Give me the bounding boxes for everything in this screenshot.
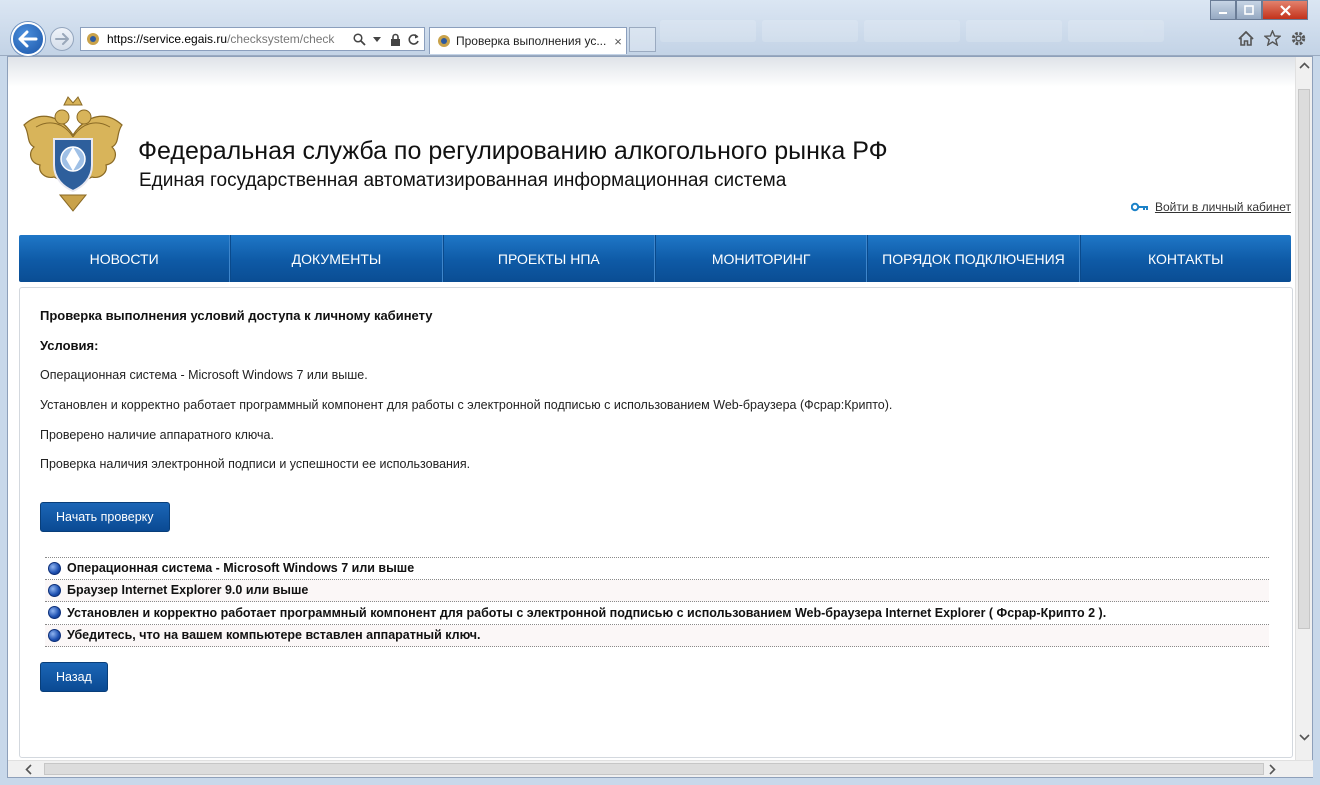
check-row: Браузер Internet Explorer 9.0 или выше — [45, 579, 1269, 602]
maximize-button[interactable] — [1236, 0, 1262, 20]
favorites-star-icon[interactable] — [1262, 28, 1282, 48]
background-tab — [762, 20, 858, 42]
check-row: Убедитесь, что на вашем компьютере встав… — [45, 624, 1269, 647]
nav-item-news[interactable]: НОВОСТИ — [19, 235, 231, 282]
status-dot-icon — [48, 583, 61, 597]
nav-item-contacts[interactable]: КОНТАКТЫ — [1079, 235, 1291, 282]
main-navigation: НОВОСТИ ДОКУМЕНТЫ ПРОЕКТЫ НПА МОНИТОРИНГ… — [19, 235, 1291, 282]
status-dot-icon — [48, 606, 61, 620]
site-subtitle: Единая государственная автоматизированна… — [139, 170, 787, 191]
minimize-icon — [1219, 12, 1227, 14]
background-tab — [966, 20, 1062, 42]
condition-item: Операционная система - Microsoft Windows… — [40, 368, 368, 382]
horizontal-scroll-thumb[interactable] — [44, 763, 1264, 775]
scroll-up-icon[interactable] — [1296, 57, 1313, 74]
close-window-button[interactable] — [1262, 0, 1308, 20]
nav-item-documents[interactable]: ДОКУМЕНТЫ — [230, 235, 443, 282]
condition-item: Проверка наличия электронной подписи и у… — [40, 457, 471, 471]
horizontal-scrollbar[interactable] — [8, 760, 1313, 777]
new-tab-button[interactable] — [629, 27, 656, 52]
start-check-button[interactable]: Начать проверку — [40, 502, 170, 532]
page-heading: Проверка выполнения условий доступа к ли… — [40, 308, 433, 323]
page-content: Федеральная служба по регулированию алко… — [8, 57, 1296, 761]
close-icon — [1279, 4, 1291, 16]
scroll-right-icon[interactable] — [1264, 761, 1281, 778]
condition-item: Установлен и корректно работает программ… — [40, 398, 893, 412]
back-nav-button[interactable]: Назад — [40, 662, 108, 692]
status-dot-icon — [48, 628, 61, 642]
check-row: Операционная система - Microsoft Windows… — [45, 557, 1269, 580]
dropdown-arrow-icon[interactable] — [370, 32, 384, 46]
background-tab — [1068, 20, 1164, 42]
nav-item-connection-procedure[interactable]: ПОРЯДОК ПОДКЛЮЧЕНИЯ — [867, 235, 1080, 282]
tab-title: Проверка выполнения ус... — [456, 34, 607, 48]
site-title: Федеральная служба по регулированию алко… — [138, 137, 888, 165]
browser-viewport: Федеральная служба по регулированию алко… — [7, 56, 1313, 778]
tab-active[interactable]: Проверка выполнения ус... × — [429, 27, 627, 54]
lock-icon[interactable] — [388, 32, 402, 46]
check-row: Установлен и корректно работает программ… — [45, 602, 1269, 625]
window-controls — [1210, 0, 1308, 20]
login-link-label[interactable]: Войти в личный кабинет — [1155, 200, 1291, 214]
background-tab — [864, 20, 960, 42]
minimize-button[interactable] — [1210, 0, 1236, 20]
maximize-icon — [1244, 5, 1254, 15]
header-shadow — [8, 57, 1296, 87]
address-bar[interactable]: https://service.egais.ru/checksystem/che… — [80, 27, 425, 51]
condition-item: Проверено наличие аппаратного ключа. — [40, 428, 274, 442]
background-taskbar-area — [660, 20, 1220, 44]
tab-close-icon[interactable]: × — [610, 34, 626, 49]
site-favicon — [87, 33, 99, 45]
check-label: Установлен и корректно работает программ… — [67, 605, 1107, 620]
forward-button[interactable] — [50, 27, 74, 51]
check-label: Убедитесь, что на вашем компьютере встав… — [67, 628, 481, 643]
login-link[interactable]: Войти в личный кабинет — [1130, 200, 1291, 214]
refresh-icon[interactable] — [406, 32, 420, 46]
gear-icon[interactable] — [1288, 28, 1308, 48]
status-dot-icon — [48, 561, 61, 575]
arrow-left-icon — [18, 30, 38, 48]
site-favicon — [438, 35, 450, 47]
key-icon — [1130, 202, 1148, 212]
check-status-list: Операционная система - Microsoft Windows… — [45, 557, 1269, 647]
arrow-right-icon — [55, 33, 69, 45]
address-url[interactable]: https://service.egais.ru/checksystem/che… — [107, 32, 352, 46]
home-icon[interactable] — [1236, 28, 1256, 48]
scroll-down-icon[interactable] — [1296, 729, 1313, 746]
vertical-scroll-thumb[interactable] — [1298, 89, 1310, 629]
conditions-label: Условия: — [40, 338, 99, 353]
fsrar-emblem-logo — [23, 96, 123, 212]
scroll-left-icon[interactable] — [20, 761, 37, 778]
background-tab — [660, 20, 756, 42]
check-label: Операционная система - Microsoft Windows… — [67, 561, 415, 576]
back-button[interactable] — [11, 22, 45, 56]
check-label: Браузер Internet Explorer 9.0 или выше — [67, 583, 309, 598]
search-icon[interactable] — [352, 32, 366, 46]
check-panel: Проверка выполнения условий доступа к ли… — [19, 287, 1293, 758]
nav-item-monitoring[interactable]: МОНИТОРИНГ — [654, 235, 868, 282]
vertical-scrollbar[interactable] — [1295, 57, 1312, 761]
browser-toolbar: https://service.egais.ru/checksystem/che… — [0, 0, 1320, 56]
nav-item-npa-projects[interactable]: ПРОЕКТЫ НПА — [442, 235, 655, 282]
